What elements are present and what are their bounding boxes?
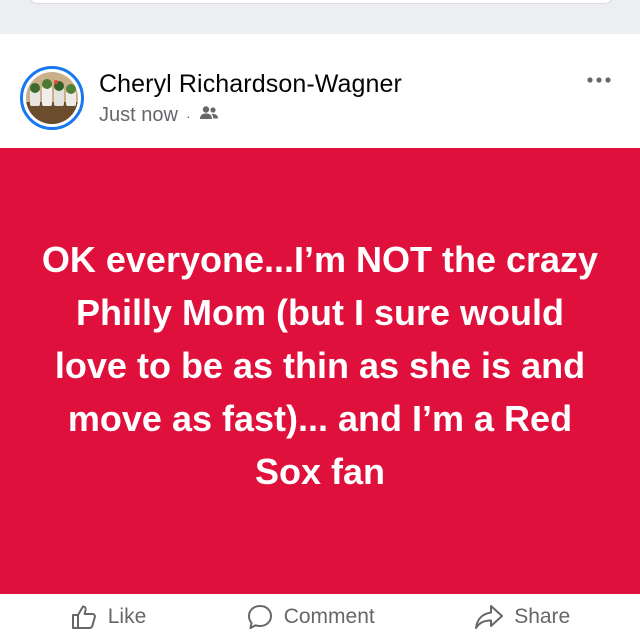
share-button[interactable]: Share [474,603,570,631]
like-label: Like [107,605,147,628]
feed-gap [0,0,640,34]
friends-icon[interactable] [199,104,219,127]
comment-label: Comment [283,605,375,628]
post-body-text: OK everyone...I’m NOT the crazy Philly M… [41,238,599,492]
timestamp[interactable]: Just now [99,104,178,127]
like-button[interactable]: Like [70,603,147,631]
avatar-image [26,72,78,124]
previous-post-edge [28,0,614,4]
post-action-bar: Like Comment Share [0,594,640,640]
post-background-banner: OK everyone...I’m NOT the crazy Philly M… [0,148,640,594]
author-name[interactable]: Cheryl Richardson-Wagner [99,70,402,99]
avatar[interactable] [20,66,84,130]
share-icon [474,603,504,631]
meta-separator: · [185,107,191,124]
comment-icon [246,603,274,631]
comment-button[interactable]: Comment [246,603,375,631]
thumbs-up-icon [70,603,98,631]
more-options-icon[interactable] [586,72,612,84]
post-meta: Just now · [99,104,219,127]
post-header: Cheryl Richardson-Wagner Just now · [0,62,640,132]
share-label: Share [514,605,571,628]
post-card: Cheryl Richardson-Wagner Just now · OK e [0,34,640,640]
